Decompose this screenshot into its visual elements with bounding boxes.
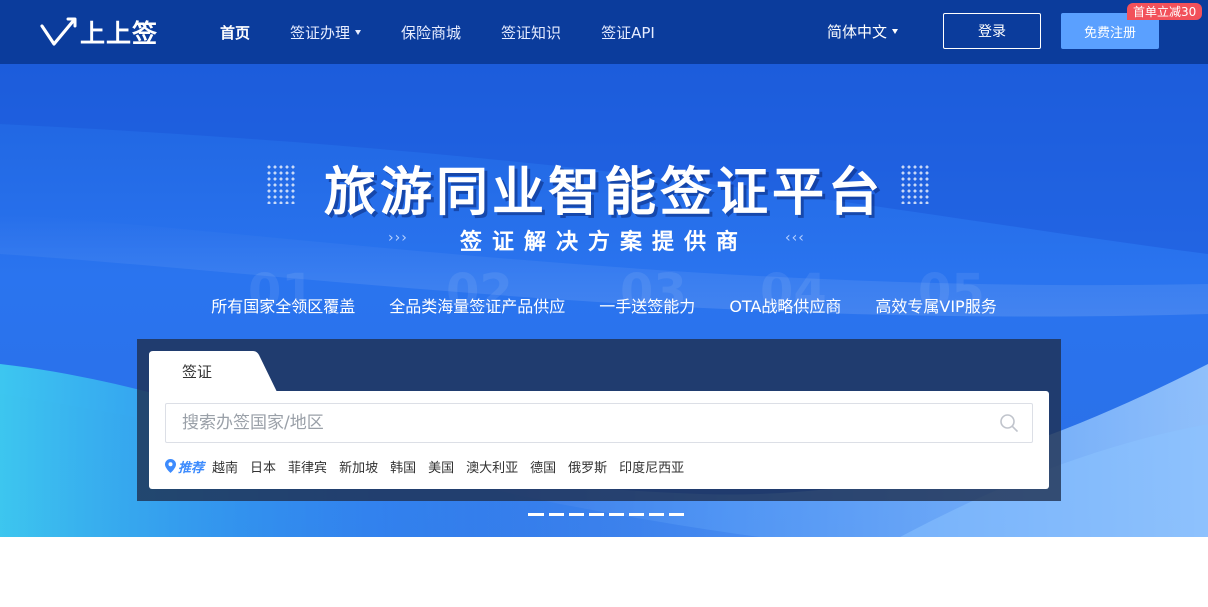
caret-down-icon [355, 29, 362, 35]
main-nav: 首页 签证办理 保险商城 签证知识 签证API [220, 0, 695, 64]
nav-home[interactable]: 首页 [220, 22, 250, 43]
feature-item: 所有国家全领区覆盖 [211, 297, 356, 316]
carousel-pager [528, 513, 689, 516]
recommend-country[interactable]: 菲律宾 [288, 457, 327, 476]
nav-visa-service-label: 签证办理 [290, 23, 351, 42]
recommend-country[interactable]: 澳大利亚 [466, 457, 518, 476]
recommend-country[interactable]: 印度尼西亚 [619, 457, 684, 476]
nav-visa-knowledge[interactable]: 签证知识 [501, 22, 561, 43]
search-input[interactable] [165, 403, 1033, 443]
caret-down-icon [892, 29, 899, 34]
nav-home-label: 首页 [220, 23, 251, 42]
hero-title: 旅游同业智能签证平台 [323, 163, 884, 223]
recommend-label: 推荐 [178, 460, 205, 476]
search-icon[interactable] [999, 413, 1019, 433]
hero-banner: 旅游同业智能签证平台 ››› 签证解决方案提供商 ‹‹‹ 01 02 03 04… [0, 64, 1208, 537]
nav-visa-knowledge-label: 签证知识 [501, 23, 562, 42]
recommend-country[interactable]: 俄罗斯 [568, 457, 607, 476]
carousel-dot[interactable] [609, 513, 624, 516]
feature-item: OTA战略供应商 [729, 297, 842, 316]
carousel-dot[interactable] [589, 513, 604, 516]
nav-visa-api-label: 签证API [601, 23, 655, 42]
carousel-dot[interactable] [629, 513, 644, 516]
top-nav: 上上签 首页 签证办理 保险商城 签证知识 签证API 简体中文 登录 免费注册… [0, 0, 1208, 64]
recommend-country[interactable]: 新加坡 [339, 457, 378, 476]
brand-name: 上上签 [80, 19, 159, 48]
carousel-dot[interactable] [528, 513, 544, 516]
feature-item: 高效专属VIP服务 [875, 297, 997, 316]
carousel-dot[interactable] [569, 513, 584, 516]
feature-item: 全品类海量签证产品供应 [389, 297, 566, 316]
recommend-country[interactable]: 韩国 [390, 457, 416, 476]
login-button[interactable]: 登录 [943, 13, 1041, 49]
feature-item: 一手送签能力 [599, 297, 696, 316]
recommend-country[interactable]: 日本 [250, 457, 276, 476]
visa-search-box: 签证 推荐 越南 日本 菲律宾 新加坡 韩国 美国 澳大利亚 德 [137, 339, 1061, 501]
search-panel: 推荐 越南 日本 菲律宾 新加坡 韩国 美国 澳大利亚 德国 俄罗斯 印度尼西亚 [149, 391, 1049, 489]
recommend-country[interactable]: 德国 [530, 457, 556, 476]
chevron-left-decor-icon: ‹‹‹ [785, 230, 805, 246]
logo-check-arrow-icon [40, 17, 77, 46]
carousel-dot[interactable] [669, 513, 684, 516]
recommend-country[interactable]: 越南 [212, 457, 238, 476]
language-label: 简体中文 [827, 23, 888, 41]
nav-visa-service[interactable]: 签证办理 [290, 22, 362, 43]
promo-badge: 首单立减30 [1127, 3, 1203, 20]
hero-subtitle: 签证解决方案提供商 [459, 230, 748, 255]
brand-logo[interactable]: 上上签 [40, 14, 164, 50]
tab-visa[interactable]: 签证 [149, 351, 263, 391]
nav-insurance-mall-label: 保险商城 [401, 23, 462, 42]
nav-insurance-mall[interactable]: 保险商城 [401, 22, 461, 43]
tab-visa-label: 签证 [182, 362, 213, 381]
language-selector[interactable]: 简体中文 [827, 21, 899, 42]
carousel-dot[interactable] [649, 513, 664, 516]
recommend-country[interactable]: 美国 [428, 457, 454, 476]
location-pin-icon [165, 459, 176, 473]
nav-visa-api[interactable]: 签证API [601, 22, 655, 43]
recommend-row: 推荐 越南 日本 菲律宾 新加坡 韩国 美国 澳大利亚 德国 俄罗斯 印度尼西亚 [165, 455, 696, 477]
carousel-dot[interactable] [549, 513, 564, 516]
feature-list: 所有国家全领区覆盖 全品类海量签证产品供应 一手送签能力 OTA战略供应商 高效… [0, 293, 1208, 317]
